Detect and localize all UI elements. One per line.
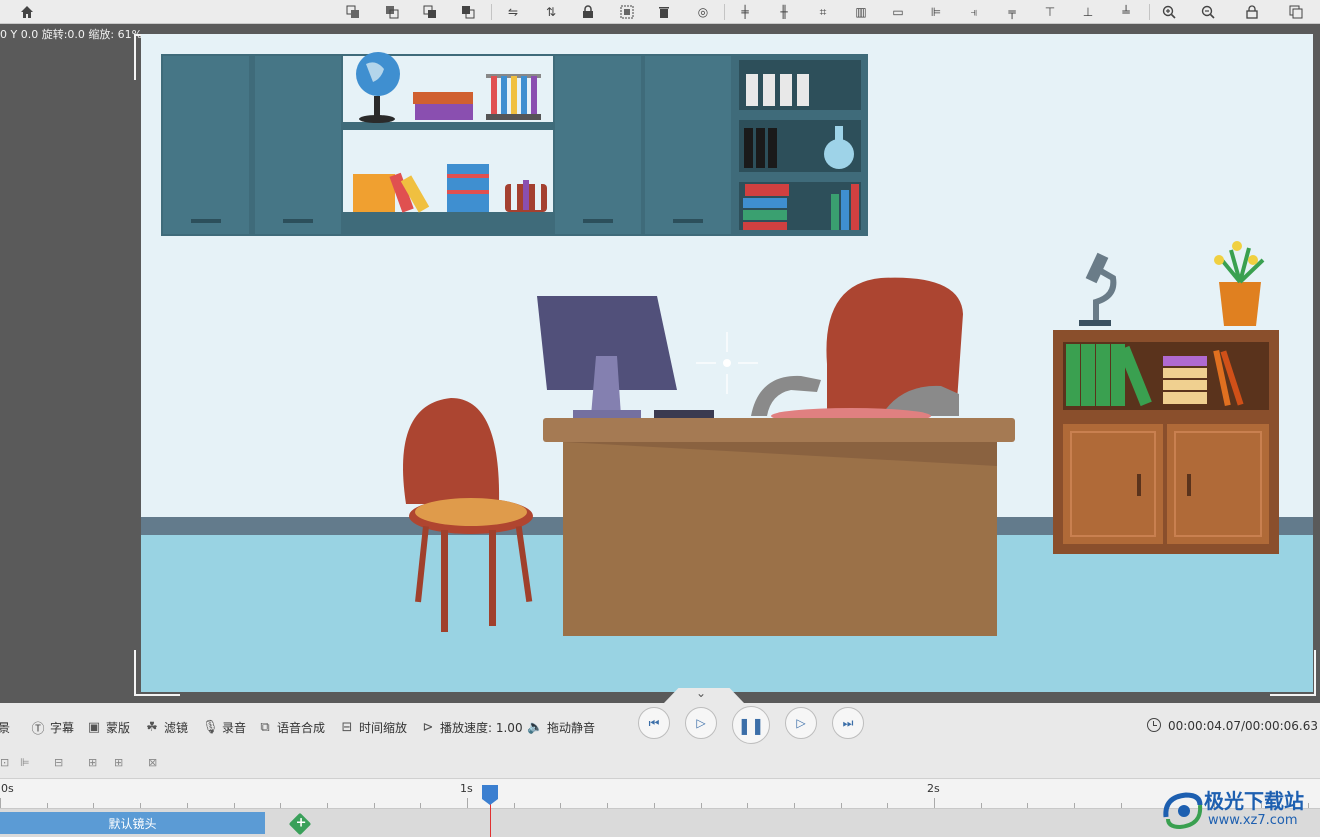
filter-tool[interactable]: ☘ 滤镜 <box>144 717 188 737</box>
time-scale-tool[interactable]: ⊟ 时间缩放 <box>339 717 407 737</box>
record-tool[interactable]: 🎙 录音 <box>202 717 246 737</box>
scene-canvas[interactable] <box>141 34 1313 692</box>
toolbar-separator <box>1149 4 1150 20</box>
clip-label: 默认镜头 <box>108 816 157 831</box>
subtitle-label: 字幕 <box>50 720 75 735</box>
center-v-icon[interactable]: ╤ <box>1003 3 1021 21</box>
ruler-label: 2s <box>927 782 940 795</box>
distribute-v-icon[interactable]: ╧ <box>1117 3 1135 21</box>
align-h-icon[interactable]: ▥ <box>852 3 870 21</box>
watermark-url: www.xz7.com <box>1208 813 1298 828</box>
foreground-label: 前景 <box>0 720 11 735</box>
foreground-tool[interactable]: 前景 <box>0 717 10 737</box>
pause-button[interactable]: ❚❚ <box>732 706 770 744</box>
record-label: 录音 <box>222 720 247 735</box>
canvas-workspace: 0 Y 0.0 旋转:0.0 缩放: 61% ⌄ <box>0 24 1320 703</box>
align-vcenter-icon[interactable]: ╪ <box>736 3 754 21</box>
group-icon[interactable] <box>618 3 636 21</box>
skip-end-icon: ⏭ <box>842 715 854 730</box>
next-frame-icon: ▷ <box>796 716 806 730</box>
skip-to-end-button[interactable]: ⏭ <box>832 707 864 739</box>
pause-icon: ❚❚ <box>737 715 765 735</box>
mute-label: 拖动静音 <box>547 720 596 735</box>
align-right-icon[interactable]: ⫣ <box>965 3 983 21</box>
mask-label: 蒙版 <box>106 720 131 735</box>
plus-icon: + <box>295 815 307 831</box>
speed-icon: ⊳ <box>422 719 434 735</box>
toolbar-separator <box>491 4 492 20</box>
top-toolbar: ⇋ ⇅ ◎ ╪ ╫ ⌗ ▥ ▭ ⊫ ⫣ ╤ ⊤ ⊥ ╧ <box>0 0 1320 24</box>
copy-icon[interactable] <box>1287 3 1305 21</box>
home-icon[interactable] <box>18 3 36 21</box>
next-frame-button[interactable]: ▷ <box>785 707 817 739</box>
timeline-tool-icon[interactable]: ⊞ <box>88 756 97 769</box>
timeline-tool-icon[interactable]: ⊟ <box>54 756 63 769</box>
timeline-tool-icon[interactable]: ⊠ <box>148 756 157 769</box>
watermark-title: 极光下载站 <box>1204 789 1304 813</box>
tts-label: 语音合成 <box>277 720 326 735</box>
ruler-tick <box>934 798 935 808</box>
align-bottom-icon[interactable]: ⊥ <box>1079 3 1097 21</box>
mute-icon: 🔈 <box>527 719 544 735</box>
play-frame-icon: ▷ <box>696 716 706 730</box>
time-scale-label: 时间缩放 <box>359 720 408 735</box>
skip-start-icon: ⏮ <box>648 715 660 730</box>
lock-layer-icon[interactable] <box>1243 3 1261 21</box>
app-window: ⇋ ⇅ ◎ ╪ ╫ ⌗ ▥ ▭ ⊫ ⫣ ╤ ⊤ ⊥ ╧ 0 Y 0.0 旋转:0… <box>0 0 1320 837</box>
ruler-label: 1s <box>460 782 473 795</box>
zoom-in-icon[interactable] <box>1160 3 1178 21</box>
ruler-tick <box>0 798 1 808</box>
watermark-logo-icon <box>1163 792 1203 830</box>
timeline-tool-icon[interactable]: ⊡ <box>0 756 9 769</box>
site-watermark: 极光下载站 www.xz7.com <box>1160 785 1320 835</box>
microphone-icon: 🎙 <box>202 719 219 735</box>
skip-to-start-button[interactable]: ⏮ <box>638 707 670 739</box>
subtitle-tool[interactable]: Ⓣ 字幕 <box>30 717 74 737</box>
mute-tool[interactable]: 🔈 拖动静音 <box>527 717 595 737</box>
clock-icon <box>1147 718 1161 732</box>
filter-icon: ☘ <box>146 719 158 735</box>
align-top-icon[interactable]: ⊤ <box>1041 3 1059 21</box>
tts-tool[interactable]: ⧉ 语音合成 <box>257 717 325 737</box>
mask-tool[interactable]: ▣ 蒙版 <box>86 717 130 737</box>
default-camera-clip[interactable]: 默认镜头 <box>0 812 265 834</box>
transform-readout: 0 Y 0.0 旋转:0.0 缩放: 61% <box>0 28 143 41</box>
timeline-tool-icon[interactable]: ⊞ <box>114 756 123 769</box>
time-scale-icon: ⊟ <box>341 719 353 735</box>
speed-label: 播放速度: 1.00 <box>440 720 523 735</box>
delete-icon[interactable] <box>655 3 673 21</box>
previous-frame-button[interactable]: ▷ <box>685 707 717 739</box>
speed-tool[interactable]: ⊳ 播放速度: 1.00 <box>420 717 523 737</box>
timeline-tool-icon[interactable]: ⊫ <box>20 756 30 769</box>
replace-icon[interactable]: ◎ <box>694 3 712 21</box>
fit-icon[interactable]: ⌗ <box>814 3 832 21</box>
timeline-ruler[interactable]: 0s 1s 2s <box>0 778 1320 808</box>
distribute-h-icon[interactable]: ╫ <box>775 3 793 21</box>
time-readout: 00:00:04.07/00:00:06.63 <box>1168 719 1318 733</box>
toolbar-separator <box>724 4 725 20</box>
ruler-label: 0s <box>1 782 14 795</box>
chevron-down-icon: ⌄ <box>696 686 707 700</box>
send-back-icon[interactable] <box>459 3 477 21</box>
flip-v-icon[interactable]: ⇅ <box>542 3 560 21</box>
zoom-out-icon[interactable] <box>1199 3 1217 21</box>
text-icon: Ⓣ <box>31 721 45 737</box>
send-backward-icon[interactable] <box>383 3 401 21</box>
timeline-track: 默认镜头 + <box>0 808 1320 837</box>
filter-label: 滤镜 <box>164 720 189 735</box>
add-clip-button[interactable]: + <box>288 812 312 836</box>
office-scene-illustration <box>141 34 1313 692</box>
tts-icon: ⧉ <box>260 719 270 735</box>
mask-icon: ▣ <box>87 719 101 735</box>
playhead-line <box>490 800 491 837</box>
bring-forward-icon[interactable] <box>344 3 362 21</box>
align-left-icon[interactable]: ⊫ <box>927 3 945 21</box>
flip-h-icon[interactable]: ⇋ <box>504 3 522 21</box>
timeline-mini-toolbar: ⊡ ⊫ ⊟ ⊞ ⊞ ⊠ <box>0 753 1320 775</box>
lock-icon[interactable] <box>579 3 597 21</box>
center-h-icon[interactable]: ▭ <box>889 3 907 21</box>
ruler-tick <box>467 798 468 808</box>
bring-front-icon[interactable] <box>421 3 439 21</box>
